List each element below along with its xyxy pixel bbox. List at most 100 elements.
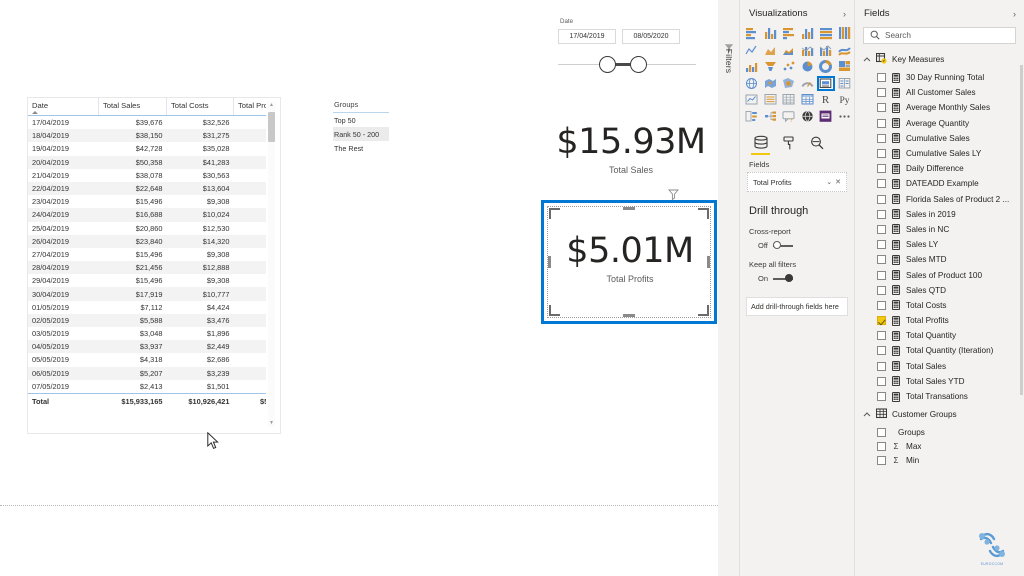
field-checkbox[interactable] — [877, 255, 886, 265]
kpi-icon[interactable] — [743, 92, 761, 108]
stacked-bar-chart-icon[interactable] — [743, 26, 761, 42]
slicer-icon[interactable] — [762, 92, 780, 108]
table-row[interactable]: 24/04/2019$16,688$10,024$6,664 — [28, 208, 266, 222]
table-row[interactable]: 07/05/2019 $2,413 $1,501 $912 — [28, 380, 266, 394]
scroll-down-arrow-icon[interactable]: ▼ — [268, 420, 275, 427]
field-row[interactable]: DATEADD Example — [855, 176, 1024, 191]
field-checkbox[interactable] — [877, 224, 886, 234]
table-icon[interactable] — [780, 92, 798, 108]
table-row[interactable]: 03/05/2019 $3,048 $1,896 $1,152 — [28, 327, 266, 340]
table-row[interactable]: 02/05/2019$5,588$3,476$2,112 — [28, 313, 266, 327]
resize-handle-bottom-right[interactable] — [698, 305, 709, 316]
funnel-chart-icon[interactable] — [762, 59, 780, 75]
field-row[interactable]: Florida Sales of Product 2 ... — [855, 192, 1024, 207]
slider-handle-right[interactable] — [630, 56, 647, 73]
card-icon[interactable] — [817, 75, 835, 91]
gauge-icon[interactable] — [799, 76, 817, 92]
field-checkbox[interactable] — [877, 270, 886, 280]
field-checkbox[interactable] — [877, 209, 886, 219]
field-checkbox[interactable] — [877, 88, 886, 98]
field-row[interactable]: 30 Day Running Total — [855, 70, 1024, 85]
resize-handle-top-right[interactable] — [698, 208, 709, 219]
field-checkbox[interactable] — [877, 392, 886, 402]
field-row[interactable]: Σ Max — [855, 439, 1024, 453]
date-range-slicer[interactable]: Date 17/04/2019 08/05/2020 — [558, 18, 698, 80]
column-header-total-costs[interactable]: Total Costs — [166, 98, 234, 116]
table-row[interactable]: 05/05/2019 $4,318 $2,686 $1,632 — [28, 353, 266, 366]
fields-group-key-measures[interactable]: Key Measures — [855, 49, 1024, 70]
field-checkbox[interactable] — [877, 316, 886, 326]
field-checkbox[interactable] — [877, 456, 886, 466]
card-visual-total-profits[interactable]: $5.01M Total Profits — [541, 189, 717, 324]
table-row[interactable]: 28/04/2019$21,456$12,888$8,568 — [28, 261, 266, 275]
group-expander-icon[interactable] — [863, 411, 871, 419]
field-row[interactable]: Total Sales — [855, 359, 1024, 374]
field-row[interactable]: Cumulative Sales LY — [855, 146, 1024, 161]
pie-chart-icon[interactable] — [799, 59, 817, 75]
multi-row-card-icon[interactable] — [836, 76, 854, 92]
stacked-column-chart-icon[interactable] — [762, 26, 780, 42]
matrix-icon[interactable] — [799, 92, 817, 108]
column-header-total-sales[interactable]: Total Sales — [98, 98, 167, 116]
ribbon-chart-icon[interactable] — [836, 43, 854, 59]
arcgis-map-icon[interactable] — [799, 109, 817, 125]
slicer-item-the-rest[interactable]: The Rest — [333, 141, 389, 155]
field-row[interactable]: All Customer Sales — [855, 85, 1024, 100]
field-checkbox[interactable] — [877, 361, 886, 371]
group-expander-icon[interactable] — [863, 56, 871, 64]
field-checkbox[interactable] — [877, 103, 886, 113]
groups-slicer[interactable]: Groups Top 50 Rank 50 - 200 The Rest — [333, 100, 389, 164]
line-clustered-column-chart-icon[interactable] — [817, 43, 835, 59]
resize-handle-top-left[interactable] — [549, 208, 560, 219]
field-row[interactable]: Daily Difference — [855, 161, 1024, 176]
py-script-visual-icon[interactable]: Py — [836, 92, 854, 108]
field-row[interactable]: Total Transations — [855, 389, 1024, 404]
field-checkbox[interactable] — [877, 164, 886, 174]
cross-report-toggle-row[interactable]: Off — [740, 236, 854, 250]
table-vertical-scrollbar[interactable]: ▲ ▼ — [268, 102, 275, 427]
qa-visual-icon[interactable] — [780, 109, 798, 125]
collapse-chevron-icon[interactable]: › — [1013, 9, 1016, 19]
field-checkbox[interactable] — [877, 346, 886, 356]
table-row[interactable]: 26/04/2019$23,840$14,320$9,520 — [28, 234, 266, 248]
table-row[interactable]: 30/04/2019$17,919$10,777$7,142 — [28, 287, 266, 301]
scroll-up-arrow-icon[interactable]: ▲ — [268, 102, 275, 109]
table-row[interactable]: 19/04/2019 $42,728 $35,028 $7,700 — [28, 142, 266, 155]
fields-tree[interactable]: Key Measures 30 Day Running Total All Cust… — [855, 44, 1024, 468]
field-row[interactable]: Total Quantity (Iteration) — [855, 343, 1024, 358]
field-checkbox[interactable] — [877, 133, 886, 143]
treemap-icon[interactable] — [836, 59, 854, 75]
resize-handle-top[interactable] — [623, 207, 635, 210]
column-header-date[interactable]: Date — [28, 98, 99, 116]
table-row[interactable]: 23/04/2019 $15,496 $9,308 $6,188 — [28, 195, 266, 208]
date-start-input[interactable]: 17/04/2019 — [558, 29, 616, 44]
keep-all-filters-toggle[interactable] — [773, 274, 794, 283]
table-visual[interactable]: Date Total Sales Total Costs Total Profi… — [27, 97, 281, 434]
field-checkbox[interactable] — [877, 118, 886, 128]
field-row[interactable]: Average Monthly Sales — [855, 100, 1024, 115]
slicer-item-top-50[interactable]: Top 50 — [333, 113, 389, 127]
analytics-tab-icon[interactable] — [808, 134, 825, 151]
field-checkbox[interactable] — [877, 179, 886, 189]
date-end-input[interactable]: 08/05/2020 — [622, 29, 680, 44]
search-input[interactable]: Search — [863, 27, 1016, 44]
table-row[interactable]: 06/05/2019$5,207$3,239$1,968 — [28, 366, 266, 380]
field-row[interactable]: Groups — [855, 425, 1024, 439]
table-row[interactable]: 04/05/2019$3,937$2,449$1,488 — [28, 340, 266, 354]
map-icon[interactable] — [743, 76, 761, 92]
fields-scrollbar[interactable] — [1020, 65, 1024, 565]
r-script-visual-icon[interactable]: R — [817, 92, 835, 108]
field-checkbox[interactable] — [877, 73, 886, 83]
field-checkbox[interactable] — [877, 194, 886, 204]
keep-all-filters-toggle-row[interactable]: On — [740, 269, 854, 283]
field-checkbox[interactable] — [877, 331, 886, 341]
table-row[interactable]: 27/04/2019 $15,496 $9,308 $6,188 — [28, 248, 266, 261]
100-stacked-bar-chart-icon[interactable] — [817, 26, 835, 42]
field-checkbox[interactable] — [877, 300, 886, 310]
field-checkbox[interactable] — [877, 376, 886, 386]
line-chart-icon[interactable] — [743, 43, 761, 59]
field-chip-total-profits[interactable]: Total Profits ⌄ ✕ — [751, 176, 843, 188]
fields-group-customer-groups[interactable]: Customer Groups — [855, 404, 1024, 425]
clustered-bar-chart-icon[interactable] — [780, 26, 798, 42]
paginated-report-icon[interactable] — [817, 109, 835, 125]
